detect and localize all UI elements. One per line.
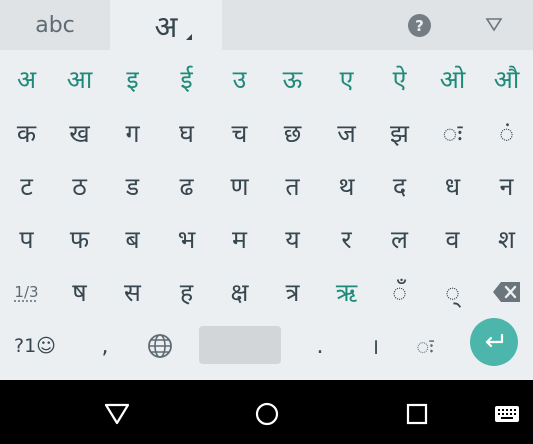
delete-key[interactable] (480, 265, 533, 319)
key-i[interactable]: इ (106, 52, 159, 106)
latin-mode-tab[interactable]: abc (0, 0, 110, 50)
consonant-row-4: 1/3 ष स ह क्ष त्र ऋ ँ ् (0, 265, 533, 319)
key-dha[interactable]: ध (426, 159, 479, 213)
key-ri[interactable]: ऋ (320, 265, 373, 319)
key-sha[interactable]: श (480, 212, 533, 266)
key-a[interactable]: अ (0, 52, 53, 106)
enter-key[interactable] (470, 318, 518, 366)
key-ttha[interactable]: ठ (53, 159, 106, 213)
home-button[interactable] (253, 400, 281, 428)
keyboard-top-bar: abc अ ? (0, 0, 533, 50)
key-ga[interactable]: ग (106, 106, 159, 160)
key-cha[interactable]: च (213, 106, 266, 160)
recents-icon (406, 403, 428, 425)
key-ka[interactable]: क (0, 106, 53, 160)
back-icon (104, 403, 130, 425)
key-ssa[interactable]: ष (53, 265, 106, 319)
comma-key[interactable]: , (80, 318, 130, 374)
enter-icon (485, 333, 504, 348)
key-na[interactable]: न (480, 159, 533, 213)
key-e[interactable]: ए (320, 52, 373, 106)
language-key[interactable] (135, 318, 185, 374)
bottom-row: ?1☺ , . । ः (0, 318, 533, 374)
key-ba[interactable]: ब (106, 212, 159, 266)
key-gha[interactable]: घ (160, 106, 213, 160)
key-ya[interactable]: य (266, 212, 319, 266)
visarga-key[interactable]: ः (400, 318, 450, 374)
period-key[interactable]: . (295, 318, 345, 374)
key-aa[interactable]: आ (53, 52, 106, 106)
space-bar[interactable] (199, 326, 281, 364)
key-visarga[interactable]: ः (426, 106, 479, 160)
key-tta[interactable]: ट (0, 159, 53, 213)
key-ksha[interactable]: क्ष (213, 265, 266, 319)
key-pha[interactable]: फ (53, 212, 106, 266)
key-bha[interactable]: भ (160, 212, 213, 266)
key-chandrabindu[interactable]: ँ (373, 265, 426, 319)
key-da[interactable]: द (373, 159, 426, 213)
vowel-row: अ आ इ ई उ ऊ ए ऐ ओ औ (0, 52, 533, 106)
key-ra[interactable]: र (320, 212, 373, 266)
devanagari-mode-tab[interactable]: अ (110, 0, 222, 50)
key-tra[interactable]: त्र (266, 265, 319, 319)
page-toggle-key[interactable]: 1/3 (0, 265, 53, 319)
back-button[interactable] (103, 400, 131, 428)
key-ddha[interactable]: ढ (160, 159, 213, 213)
key-au[interactable]: औ (480, 52, 533, 106)
globe-icon (148, 334, 172, 358)
key-virama[interactable]: ् (426, 265, 479, 319)
recents-button[interactable] (403, 400, 431, 428)
key-dda[interactable]: ड (106, 159, 159, 213)
key-u[interactable]: उ (213, 52, 266, 106)
symbols-key[interactable]: ?1☺ (5, 318, 65, 374)
key-ta[interactable]: त (266, 159, 319, 213)
key-ai[interactable]: ऐ (373, 52, 426, 106)
collapse-keyboard-icon[interactable] (484, 16, 504, 32)
key-ja[interactable]: ज (320, 106, 373, 160)
help-icon[interactable]: ? (408, 14, 431, 37)
key-chha[interactable]: छ (266, 106, 319, 160)
key-pa[interactable]: प (0, 212, 53, 266)
danda-key[interactable]: । (350, 318, 400, 374)
consonant-row-2: ट ठ ड ढ ण त थ द ध न (0, 159, 533, 213)
navigation-bar (0, 380, 533, 444)
consonant-row-3: प फ ब भ म य र ल व श (0, 212, 533, 266)
mode-indicator-icon (186, 34, 192, 40)
key-nna[interactable]: ण (213, 159, 266, 213)
key-o[interactable]: ओ (426, 52, 479, 106)
key-va[interactable]: व (426, 212, 479, 266)
consonant-row-1: क ख ग घ च छ ज झ ः ं (0, 106, 533, 160)
keyboard-switch-button[interactable] (493, 400, 521, 428)
key-anusvara[interactable]: ं (480, 106, 533, 160)
key-tha[interactable]: थ (320, 159, 373, 213)
key-kha[interactable]: ख (53, 106, 106, 160)
home-icon (255, 402, 279, 426)
key-ha[interactable]: ह (160, 265, 213, 319)
delete-icon (492, 282, 520, 302)
key-ii[interactable]: ई (160, 52, 213, 106)
page-indicator-label: 1/3 (14, 283, 39, 301)
keyboard-switch-icon (495, 406, 519, 422)
key-jha[interactable]: झ (373, 106, 426, 160)
key-uu[interactable]: ऊ (266, 52, 319, 106)
key-sa[interactable]: स (106, 265, 159, 319)
key-ma[interactable]: म (213, 212, 266, 266)
latin-mode-label: abc (35, 12, 75, 38)
key-la[interactable]: ल (373, 212, 426, 266)
devanagari-mode-label: अ (154, 9, 178, 45)
